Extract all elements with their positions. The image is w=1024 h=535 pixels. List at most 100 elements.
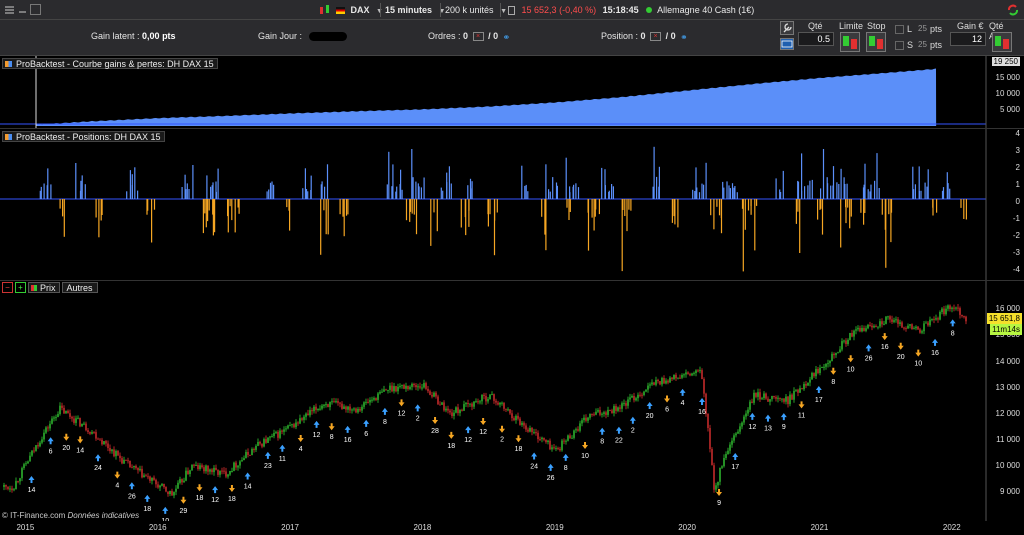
short-position-bar [496, 199, 498, 213]
short-position-bar [630, 199, 632, 211]
short-position-bar [343, 199, 345, 237]
data-credit: © IT-Finance.com Données indicatives [2, 511, 139, 520]
long-position-bar [565, 157, 567, 199]
long-position-bar [266, 191, 268, 199]
minimize-button[interactable] [17, 4, 28, 15]
candle-body [219, 470, 221, 475]
link-icon[interactable]: ⚭ [503, 32, 514, 41]
s-checkbox[interactable] [895, 41, 904, 50]
sell-arrow-icon [798, 401, 805, 409]
candle-body [193, 464, 195, 466]
long-position-bar [729, 188, 731, 199]
long-position-bar [81, 175, 83, 199]
long-position-bar [84, 184, 86, 199]
candle-body [497, 402, 499, 405]
candle-body [647, 385, 649, 390]
qte-input[interactable]: 0.5 [798, 32, 834, 46]
candle-body [245, 452, 247, 459]
long-position-bar [947, 183, 949, 199]
keyboard-icon [781, 40, 793, 48]
long-position-bar [728, 185, 730, 199]
short-position-bar [860, 199, 862, 213]
trade-marker-label: 20 [62, 445, 70, 452]
close-orders-icon[interactable]: × [472, 32, 484, 42]
tab-autres[interactable]: Autres [61, 282, 98, 293]
trade-marker-label: 8 [330, 434, 334, 441]
maximize-button[interactable] [30, 4, 41, 15]
tab-prix[interactable]: Prix [28, 282, 60, 293]
close-position-icon[interactable]: × [650, 32, 662, 42]
trading-info-bar: Gain latent : 0,00 pts Gain Jour : Ordre… [0, 20, 1024, 56]
candle-body [665, 380, 667, 384]
sell-arrow-icon [228, 484, 235, 492]
sell-arrow-shape [798, 401, 805, 409]
quote-icon [508, 6, 515, 16]
limit-order-button[interactable] [840, 32, 860, 52]
candle-body [101, 439, 103, 445]
candle-body [181, 479, 183, 483]
candle-body [233, 462, 235, 471]
refresh-icon[interactable] [1005, 2, 1021, 16]
gain-euro-input[interactable]: 12 [950, 32, 986, 46]
expand-button[interactable]: + [15, 282, 26, 293]
positions-axis-label: -4 [1012, 265, 1020, 274]
candle-body [929, 319, 931, 326]
candle-body [709, 428, 711, 449]
buy-arrow-icon [865, 344, 872, 352]
long-position-bar [870, 184, 872, 199]
candle-body [845, 340, 847, 344]
units-select[interactable]: 200 k unités ▼ [445, 3, 507, 17]
trade-marker-label: 26 [865, 355, 873, 362]
candle-body [87, 430, 89, 432]
candle-body [533, 432, 535, 434]
long-position-bar [525, 184, 527, 199]
candle-body [217, 470, 219, 475]
candle-body [917, 326, 919, 330]
long-position-bar [304, 168, 306, 199]
candle-body [817, 369, 819, 373]
candle-body [541, 437, 543, 440]
ordres: Ordres : 0 × / 0 ⚭ [428, 31, 514, 42]
candle-body [739, 426, 741, 432]
candle-body [163, 483, 165, 487]
instrument-select[interactable]: DAX ▼ [336, 3, 383, 17]
candle-body [111, 449, 113, 452]
qte-auto-button[interactable] [992, 32, 1012, 52]
buy-arrow-shape [932, 338, 939, 346]
candle-body [785, 396, 787, 402]
sell-arrow-shape [196, 484, 203, 492]
candle-body [131, 467, 133, 469]
stop-order-button[interactable] [866, 32, 886, 52]
link-icon[interactable]: ⚭ [680, 32, 691, 41]
keyboard-button[interactable] [780, 38, 794, 50]
timeframe-select[interactable]: 15 minutes ▼ [385, 3, 445, 17]
candle-body [891, 319, 893, 322]
candle-body [621, 403, 623, 409]
candle-body [375, 398, 377, 400]
long-position-bar [705, 162, 707, 199]
candle-body [39, 442, 41, 447]
candle-body [9, 488, 11, 490]
trade-marker-label: 16 [344, 437, 352, 444]
long-position-bar [188, 189, 190, 199]
l-checkbox[interactable] [895, 25, 904, 34]
chart-type-icon[interactable] [318, 3, 332, 17]
long-position-bar [181, 187, 183, 199]
settings-wrench-button[interactable] [780, 21, 794, 35]
price-change: (-0,40 %) [559, 5, 597, 15]
x-axis-year-label: 2017 [281, 523, 299, 532]
long-position-bar [210, 186, 212, 199]
long-position-bar [876, 153, 878, 199]
candle-body [603, 412, 605, 414]
short-position-bar [460, 199, 462, 228]
window-menu-icon[interactable] [4, 4, 15, 15]
long-position-bar [271, 181, 273, 199]
top-toolbar: DAX ▼ 15 minutes ▼ 200 k unités ▼ 15 652… [0, 0, 1024, 20]
long-position-bar [782, 170, 784, 199]
candle-body [307, 413, 309, 416]
candle-body [145, 475, 147, 477]
short-position-bar [885, 199, 887, 268]
positions-axis-label: -1 [1012, 214, 1020, 223]
short-position-bar [59, 199, 61, 209]
collapse-button[interactable]: − [2, 282, 13, 293]
